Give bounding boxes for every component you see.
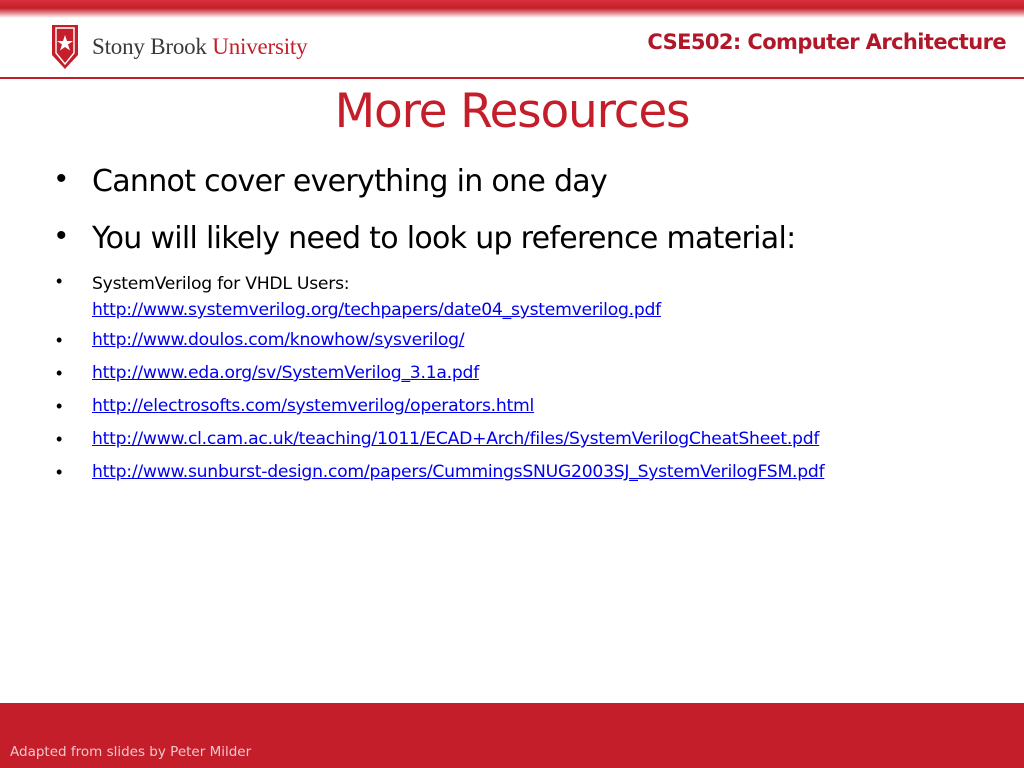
resource-link[interactable]: http://www.cl.cam.ac.uk/teaching/1011/EC… — [92, 429, 819, 449]
logo-wordmark-name: Stony Brook — [92, 34, 207, 59]
logo-wordmark: Stony Brook University — [92, 34, 308, 60]
header-divider — [0, 77, 1024, 79]
resource-text: http://www.eda.org/sv/SystemVerilog_3.1a… — [92, 363, 479, 383]
university-logo: Stony Brook University — [52, 25, 308, 69]
course-title: CSE502: Computer Architecture — [647, 30, 1006, 54]
resource-text: http://www.sunburst-design.com/papers/Cu… — [92, 462, 825, 482]
resource-text: http://www.cl.cam.ac.uk/teaching/1011/EC… — [92, 429, 819, 449]
resource-link[interactable]: http://www.systemverilog.org/techpapers/… — [92, 297, 661, 323]
resource-link[interactable]: http://electrosofts.com/systemverilog/op… — [92, 396, 534, 416]
slide-title: More Resources — [334, 84, 691, 139]
bullet-marker: • — [56, 330, 63, 350]
resource-text: http://electrosofts.com/systemverilog/op… — [92, 396, 534, 416]
logo-wordmark-university: University — [212, 34, 308, 59]
resource-text: http://www.doulos.com/knowhow/sysverilog… — [92, 330, 465, 350]
bullet-text: You will likely need to look up referenc… — [92, 221, 796, 256]
resource-link[interactable]: http://www.doulos.com/knowhow/sysverilog… — [92, 330, 465, 350]
bullet-marker: • — [56, 429, 63, 449]
resource-link[interactable]: http://www.eda.org/sv/SystemVerilog_3.1a… — [92, 363, 479, 383]
bullet-text: Cannot cover everything in one day — [92, 164, 608, 199]
bullet-marker: • — [56, 462, 63, 482]
bullet-marker: • — [56, 363, 63, 383]
bullet-marker: • — [56, 162, 67, 195]
shield-star-icon — [52, 25, 78, 69]
footer-credit: Adapted from slides by Peter Milder — [10, 744, 252, 760]
resource-label: SystemVerilog for VHDL Users: — [92, 274, 350, 294]
bullet-marker: • — [56, 396, 63, 416]
bullet-marker: • — [56, 271, 63, 291]
resource-link[interactable]: http://www.sunburst-design.com/papers/Cu… — [92, 462, 825, 482]
bullet-marker: • — [56, 219, 67, 252]
resource-text: SystemVerilog for VHDL Users: http://www… — [92, 271, 661, 323]
top-red-bar — [0, 0, 1024, 18]
